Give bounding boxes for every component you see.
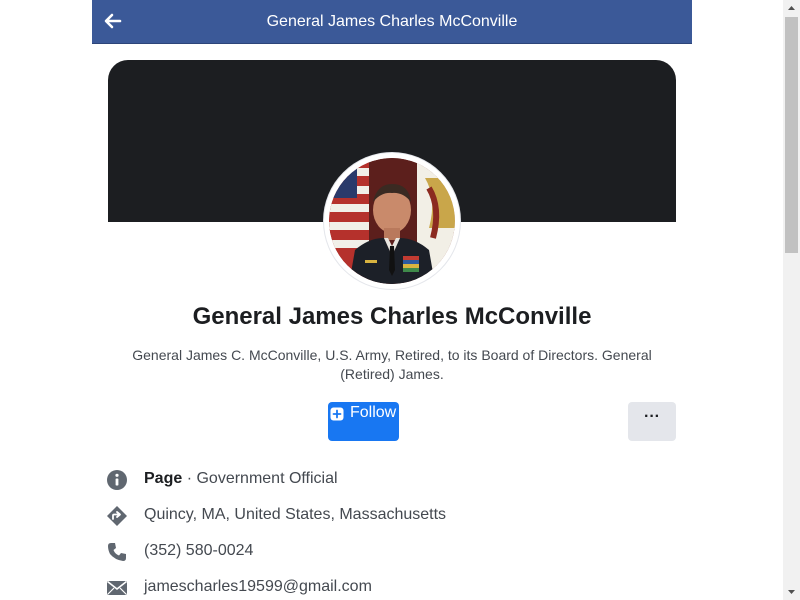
more-options-button[interactable]: ··· <box>628 402 676 441</box>
location-text: Quincy, MA, United States, Massachusetts <box>144 506 447 523</box>
scroll-down-arrow[interactable] <box>783 583 800 600</box>
page-viewport: General James Charles McConville General… <box>0 0 800 600</box>
info-phone-row[interactable]: (352) 580-0024 <box>106 538 676 566</box>
avatar[interactable] <box>324 153 460 289</box>
info-circle-icon <box>107 470 127 490</box>
info-location-row[interactable]: Quincy, MA, United States, Massachusetts <box>106 502 676 530</box>
profile-description: General James C. McConville, U.S. Army, … <box>132 347 652 382</box>
vertical-scrollbar[interactable] <box>783 0 800 600</box>
follow-button[interactable]: Follow <box>328 402 399 441</box>
email-text: jamescharles19599@gmail.com <box>144 578 372 595</box>
top-bar: General James Charles McConville <box>92 0 692 44</box>
category-separator: · <box>182 470 197 487</box>
profile-photo <box>329 158 455 284</box>
directions-icon <box>107 506 127 526</box>
follow-button-label: Follow <box>350 404 397 421</box>
envelope-icon <box>107 580 127 595</box>
profile-name: General James Charles McConville <box>192 303 592 330</box>
phone-text: (352) 580-0024 <box>144 542 254 559</box>
page-title: General James Charles McConville <box>266 13 518 30</box>
category-text: Page · Government Official <box>144 470 338 488</box>
category-type: Page <box>144 470 183 487</box>
plus-square-icon <box>330 407 344 421</box>
more-dots-icon: ··· <box>644 408 660 425</box>
info-email-row[interactable]: jamescharles19599@gmail.com <box>106 574 676 600</box>
scrollbar-thumb[interactable] <box>785 17 798 253</box>
phone-icon <box>108 543 126 561</box>
category-label: Government Official <box>196 470 338 487</box>
info-category-row: Page · Government Official <box>106 466 676 494</box>
scroll-up-arrow[interactable] <box>783 0 800 17</box>
